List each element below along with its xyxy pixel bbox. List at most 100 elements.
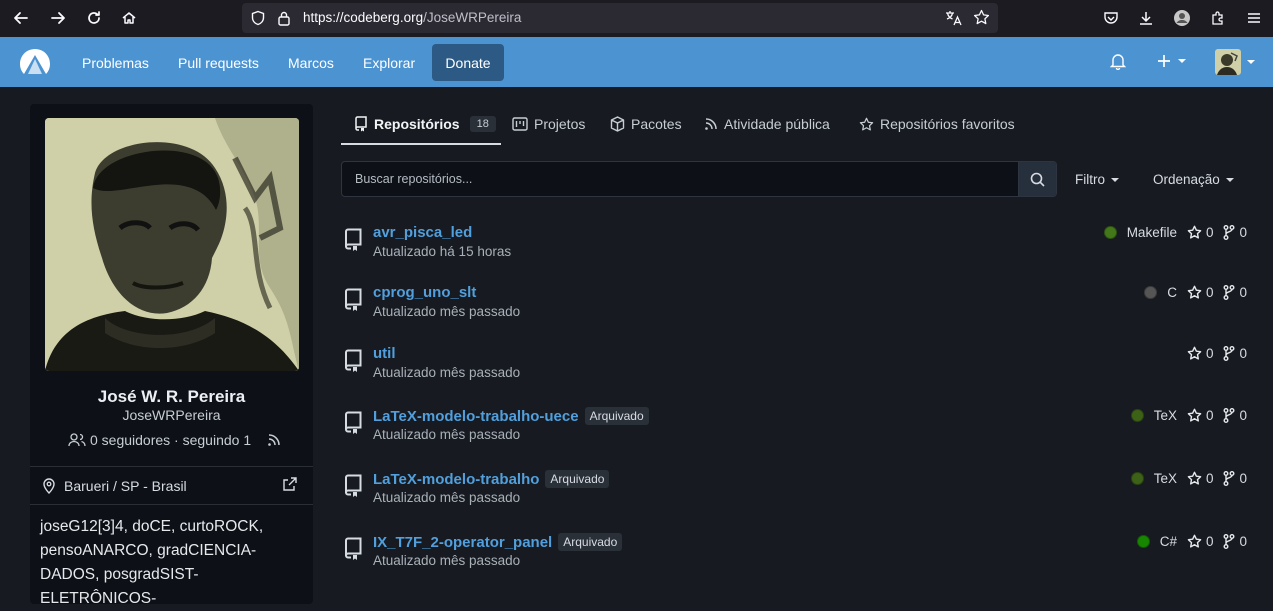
repo-language: Makefile xyxy=(1126,225,1177,240)
tab-repositorios-favoritos[interactable]: Repositórios favoritos xyxy=(859,116,1015,132)
external-link-icon[interactable] xyxy=(283,477,297,491)
repo-star-count[interactable]: 0 xyxy=(1206,346,1214,361)
account-avatar-icon[interactable] xyxy=(1172,8,1192,28)
tab-projetos[interactable]: Projetos xyxy=(512,116,585,132)
star-icon[interactable] xyxy=(1187,285,1202,300)
fork-icon[interactable] xyxy=(1223,346,1235,361)
repo-fork-count[interactable]: 0 xyxy=(1239,471,1247,486)
repo-star-count[interactable]: 0 xyxy=(1206,408,1214,423)
star-icon[interactable] xyxy=(1187,534,1202,549)
user-menu[interactable] xyxy=(1215,49,1255,75)
repo-star-count[interactable]: 0 xyxy=(1206,534,1214,549)
repo-search xyxy=(341,161,1057,197)
hamburger-menu-icon[interactable] xyxy=(1244,8,1264,28)
search-input[interactable] xyxy=(342,162,1019,196)
package-icon xyxy=(610,116,625,132)
repo-name-link[interactable]: LaTeX-modelo-trabalho xyxy=(373,471,539,488)
project-board-icon xyxy=(512,117,528,131)
filter-dropdown[interactable]: Filtro xyxy=(1075,172,1119,187)
search-button[interactable] xyxy=(1018,162,1056,196)
star-icon xyxy=(859,117,874,130)
forward-arrow-icon[interactable] xyxy=(48,8,68,28)
repo-list-item: cprog_uno_slt Atualizado mês passado C 0… xyxy=(341,284,1253,340)
repo-fork-count[interactable]: 0 xyxy=(1239,408,1247,423)
active-tab-underline xyxy=(341,143,501,145)
donate-button[interactable]: Donate xyxy=(432,44,504,81)
nav-explorar[interactable]: Explorar xyxy=(363,55,415,71)
language-color-dot xyxy=(1130,409,1144,422)
repo-name-row: IX_T7F_2-operator_panel Arquivado xyxy=(373,533,623,551)
repo-fork-count[interactable]: 0 xyxy=(1239,346,1247,361)
back-arrow-icon[interactable] xyxy=(11,8,31,28)
main-content: José W. R. Pereira JoseWRPereira 0 segui… xyxy=(0,87,1273,607)
repo-star-count[interactable]: 0 xyxy=(1206,471,1214,486)
star-icon[interactable] xyxy=(1187,225,1202,240)
repo-fork-count[interactable]: 0 xyxy=(1239,225,1247,240)
repo-name-link[interactable]: avr_pisca_led xyxy=(373,224,472,241)
repo-fork-count[interactable]: 0 xyxy=(1239,534,1247,549)
url-path: /JoseWRPereira xyxy=(423,10,522,25)
repo-name-link[interactable]: LaTeX-modelo-trabalho-uece xyxy=(373,408,579,425)
fork-icon[interactable] xyxy=(1223,408,1235,423)
repo-star-count[interactable]: 0 xyxy=(1206,285,1214,300)
sort-dropdown[interactable]: Ordenação xyxy=(1153,172,1234,187)
star-icon[interactable] xyxy=(1187,408,1202,423)
bookmark-star-icon[interactable] xyxy=(973,9,990,26)
repo-meta: TeX 0 0 xyxy=(1130,471,1247,486)
repo-meta: C# 0 0 xyxy=(1136,534,1247,549)
url-text[interactable]: https://codeberg.org/JoseWRPereira xyxy=(303,10,521,25)
repo-language: C xyxy=(1167,285,1177,300)
fork-icon[interactable] xyxy=(1223,285,1235,300)
language-color-dot xyxy=(1136,535,1150,548)
home-icon[interactable] xyxy=(119,8,139,28)
repo-list-item: LaTeX-modelo-trabalho-uece Arquivado Atu… xyxy=(341,407,1253,463)
fork-icon[interactable] xyxy=(1223,471,1235,486)
repo-updated-text: Atualizado mês passado xyxy=(373,490,521,505)
star-icon[interactable] xyxy=(1187,346,1202,361)
bell-icon[interactable] xyxy=(1110,53,1126,70)
repo-updated-text: Atualizado mês passado xyxy=(373,427,521,442)
repo-name-row: LaTeX-modelo-trabalho Arquivado xyxy=(373,470,610,488)
tab-atividade-publica[interactable]: Atividade pública xyxy=(704,116,830,132)
shield-icon[interactable] xyxy=(250,10,266,26)
fork-icon[interactable] xyxy=(1223,225,1235,240)
repo-icon xyxy=(355,116,367,132)
nav-marcos[interactable]: Marcos xyxy=(288,55,334,71)
archived-badge: Arquivado xyxy=(545,470,610,488)
tab-repositorios[interactable]: Repositórios 18 xyxy=(354,116,496,132)
repo-fork-count[interactable]: 0 xyxy=(1239,285,1247,300)
repo-name-link[interactable]: IX_T7F_2-operator_panel xyxy=(373,534,552,551)
browser-toolbar: https://codeberg.org/JoseWRPereira xyxy=(0,0,1273,37)
pocket-icon[interactable] xyxy=(1101,8,1121,28)
repo-name-row: util xyxy=(373,345,396,362)
create-menu[interactable] xyxy=(1157,54,1186,68)
archived-badge: Arquivado xyxy=(584,407,649,425)
rss-icon xyxy=(705,118,717,130)
search-icon xyxy=(1030,172,1045,187)
repo-icon xyxy=(343,474,363,498)
translate-icon[interactable] xyxy=(945,10,962,26)
tab-label: Repositórios favoritos xyxy=(880,116,1015,132)
codeberg-logo-icon[interactable] xyxy=(18,47,52,77)
tab-pacotes[interactable]: Pacotes xyxy=(610,116,682,132)
repo-updated-text: Atualizado mês passado xyxy=(373,365,521,380)
repo-icon xyxy=(343,349,363,373)
nav-pull-requests[interactable]: Pull requests xyxy=(178,55,259,71)
lock-icon[interactable] xyxy=(277,10,291,26)
location-text: Barueri / SP - Brasil xyxy=(64,478,187,494)
nav-problemas[interactable]: Problemas xyxy=(82,55,149,71)
repo-name-link[interactable]: cprog_uno_slt xyxy=(373,284,476,301)
repo-name-link[interactable]: util xyxy=(373,345,396,362)
repo-star-count[interactable]: 0 xyxy=(1206,225,1214,240)
download-icon[interactable] xyxy=(1136,8,1156,28)
chevron-down-icon xyxy=(1225,177,1234,182)
fork-icon[interactable] xyxy=(1223,534,1235,549)
star-icon[interactable] xyxy=(1187,471,1202,486)
rss-icon[interactable] xyxy=(267,433,281,447)
avatar xyxy=(1215,49,1241,75)
sidebar-divider xyxy=(30,504,313,505)
extensions-icon[interactable] xyxy=(1208,8,1228,28)
reload-icon[interactable] xyxy=(84,8,104,28)
followers-text[interactable]: 0 seguidores · seguindo 1 xyxy=(90,432,251,448)
url-bar[interactable]: https://codeberg.org/JoseWRPereira xyxy=(242,3,998,33)
